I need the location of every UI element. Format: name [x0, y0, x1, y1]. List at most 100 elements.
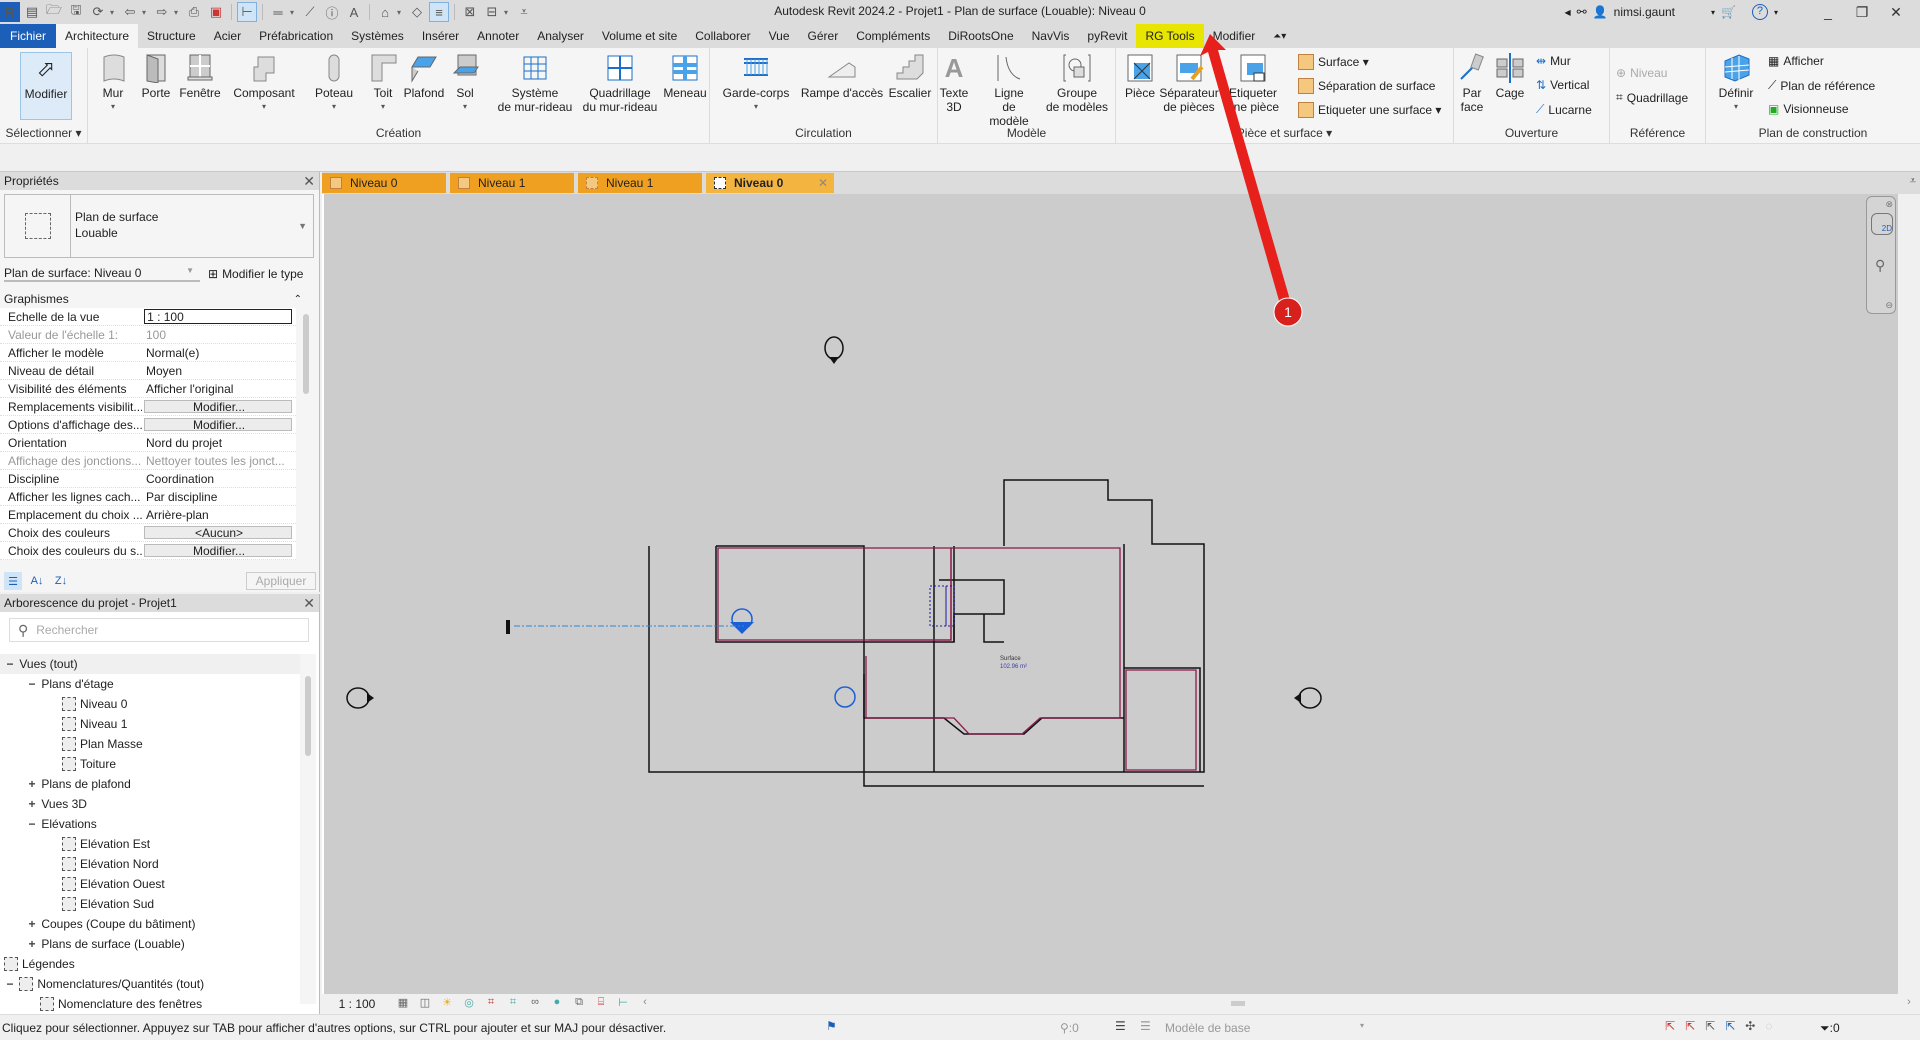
view-tab[interactable]: Niveau 1: [450, 173, 574, 193]
shaft-button[interactable]: Cage: [1492, 52, 1528, 100]
property-row[interactable]: Afficher les lignes cach... Par disciplin…: [0, 488, 296, 506]
property-row[interactable]: Choix des couleurs du s... Modifier...: [0, 542, 296, 560]
elevation-marker-west[interactable]: [346, 687, 374, 709]
browser-node[interactable]: − Elévations: [0, 814, 300, 834]
sort-za-icon[interactable]: Z↓: [52, 572, 70, 590]
zoom-icon[interactable]: ⚲: [1875, 257, 1885, 274]
browser-node[interactable]: + Vues 3D: [0, 794, 300, 814]
properties-scrollbar[interactable]: [300, 308, 314, 576]
property-value[interactable]: Nord du projet: [144, 434, 294, 451]
panel-label-piece-surface[interactable]: Pièce et surface ▾: [1116, 126, 1453, 140]
reveal-hidden-icon[interactable]: ●: [546, 996, 568, 1012]
cart-icon[interactable]: 🛒: [1721, 5, 1736, 19]
room-tag-area[interactable]: 102.96 m²: [1000, 664, 1027, 670]
property-edit-button[interactable]: <Aucun>: [144, 526, 292, 539]
binoculars-icon[interactable]: ⚯: [1577, 5, 1587, 19]
grid-button[interactable]: ⌗ Quadrillage: [1616, 90, 1688, 105]
property-row[interactable]: Options d'affichage des... Modifier...: [0, 416, 296, 434]
steering-wheel-2d-icon[interactable]: 2D: [1871, 213, 1893, 235]
door-button[interactable]: Porte: [138, 52, 174, 100]
property-edit-button[interactable]: Modifier...: [144, 418, 292, 431]
tab-systemes[interactable]: Systèmes: [342, 24, 413, 48]
expand-icon[interactable]: +: [26, 917, 38, 931]
select-underlay-icon[interactable]: ⇱: [1685, 1019, 1695, 1033]
tab-vue[interactable]: Vue: [760, 24, 799, 48]
select-by-face-icon[interactable]: ⇱: [1725, 1019, 1735, 1033]
select-dropdown[interactable]: Sélectionner ▾: [0, 126, 87, 140]
property-row[interactable]: Emplacement du choix ... Arrière-plan: [0, 506, 296, 524]
stair-button[interactable]: Escalier: [886, 52, 934, 100]
tab-volume-site[interactable]: Volume et site: [593, 24, 686, 48]
property-row[interactable]: Discipline Coordination: [0, 470, 296, 488]
browser-node[interactable]: − Vues (tout): [0, 654, 300, 674]
crop-region-icon[interactable]: ⌗: [502, 996, 524, 1012]
property-row[interactable]: Affichage des jonctions... Nettoyer toute…: [0, 452, 296, 470]
property-value[interactable]: Coordination: [144, 470, 294, 487]
level-button[interactable]: ⊕ Niveau: [1616, 66, 1667, 80]
tab-navvis[interactable]: NavVis: [1023, 24, 1079, 48]
select-pinned-icon[interactable]: ⇱: [1705, 1019, 1715, 1033]
tag-area-button[interactable]: Etiqueter une surface ▾: [1298, 102, 1441, 118]
sort-category-icon[interactable]: ☰: [4, 572, 22, 590]
expand-icon[interactable]: +: [26, 937, 38, 951]
editable-only-icon[interactable]: ☰: [1115, 1019, 1126, 1033]
tab-analyser[interactable]: Analyser: [528, 24, 593, 48]
column-button[interactable]: Poteau ▾: [312, 52, 356, 114]
dormer-button[interactable]: ⟋ Lucarne: [1536, 102, 1592, 117]
browser-node[interactable]: Légendes: [0, 954, 300, 974]
close-browser-icon[interactable]: ✕: [303, 595, 315, 612]
select-links-icon[interactable]: ⇱: [1665, 1019, 1675, 1033]
background-process-icon[interactable]: ◌: [1765, 1019, 1772, 1033]
browser-node[interactable]: + Plans de surface (Louable): [0, 934, 300, 954]
tab-dirootsone[interactable]: DiRootsOne: [939, 24, 1022, 48]
filter-count[interactable]: ⏷:0: [1820, 1021, 1840, 1036]
minimize-button[interactable]: _: [1814, 4, 1842, 20]
by-face-button[interactable]: Par face: [1454, 52, 1490, 114]
worksharing-icon[interactable]: ⧉: [568, 996, 590, 1012]
property-row[interactable]: Choix des couleurs <Aucun>: [0, 524, 296, 542]
browser-node[interactable]: − Plans d'étage: [0, 674, 300, 694]
horizontal-scrollbar[interactable]: [656, 997, 1898, 1011]
browser-node[interactable]: Niveau 0: [0, 694, 300, 714]
tab-annoter[interactable]: Annoter: [468, 24, 528, 48]
temp-view-properties-icon[interactable]: ⌸: [590, 996, 612, 1012]
user-dropdown[interactable]: ▾: [1711, 8, 1715, 17]
navigation-bar[interactable]: ⊗ 2D ⚲ ⊖: [1866, 196, 1896, 314]
property-row[interactable]: Niveau de détail Moyen: [0, 362, 296, 380]
property-row[interactable]: Valeur de l'échelle 1: 100: [0, 326, 296, 344]
property-value[interactable]: Par discipline: [144, 488, 294, 505]
property-edit-button[interactable]: Modifier...: [144, 544, 292, 557]
edit-type-button[interactable]: ⊞ Modifier le type: [208, 267, 303, 281]
curtain-grid-button[interactable]: Quadrillage du mur-rideau: [580, 52, 660, 114]
mullion-button[interactable]: Meneau: [662, 52, 708, 100]
component-button[interactable]: Composant ▾: [232, 52, 296, 114]
browser-node[interactable]: + Coupes (Coupe du bâtiment): [0, 914, 300, 934]
browser-search-input[interactable]: ⚲ Rechercher: [9, 618, 309, 642]
tab-architecture[interactable]: Architecture: [56, 24, 139, 48]
ribbon-minimize-toggle[interactable]: ⏶▾: [1264, 24, 1295, 48]
elevation-marker-east[interactable]: [1294, 687, 1322, 709]
sort-az-icon[interactable]: A↓: [28, 572, 46, 590]
property-value[interactable]: Afficher l'original: [144, 380, 294, 397]
chevron-down-icon[interactable]: ▼: [298, 221, 307, 231]
section-marker-2[interactable]: [834, 686, 856, 708]
tab-rg-tools[interactable]: RG Tools: [1136, 24, 1204, 48]
model-text-button[interactable]: A Texte 3D: [938, 52, 970, 114]
browser-node[interactable]: Elévation Sud: [0, 894, 300, 914]
close-window-button[interactable]: ✕: [1882, 4, 1910, 21]
collapse-arrow-icon[interactable]: ◀: [1564, 8, 1570, 17]
tab-pyrevit[interactable]: pyRevit: [1078, 24, 1136, 48]
room-separator-button[interactable]: Séparateur de pièces: [1158, 52, 1220, 114]
wall-button[interactable]: Mur ▾: [98, 52, 128, 114]
room-tag-label[interactable]: Surface: [1000, 656, 1021, 662]
tab-gerer[interactable]: Gérer: [799, 24, 848, 48]
design-option-select[interactable]: Modèle de base: [1165, 1021, 1250, 1035]
modify-button[interactable]: ⬀ Modifier: [20, 52, 72, 120]
collapse-icon[interactable]: −: [26, 817, 38, 831]
visual-style-icon[interactable]: ◫: [414, 996, 436, 1012]
browser-node[interactable]: Niveau 1: [0, 714, 300, 734]
section-marker[interactable]: [730, 608, 754, 634]
tab-overflow-icon[interactable]: ⩡: [1910, 175, 1916, 188]
drawing-canvas[interactable]: Surface 102.96 m²: [322, 194, 1898, 994]
elevation-marker-north[interactable]: [824, 336, 844, 364]
